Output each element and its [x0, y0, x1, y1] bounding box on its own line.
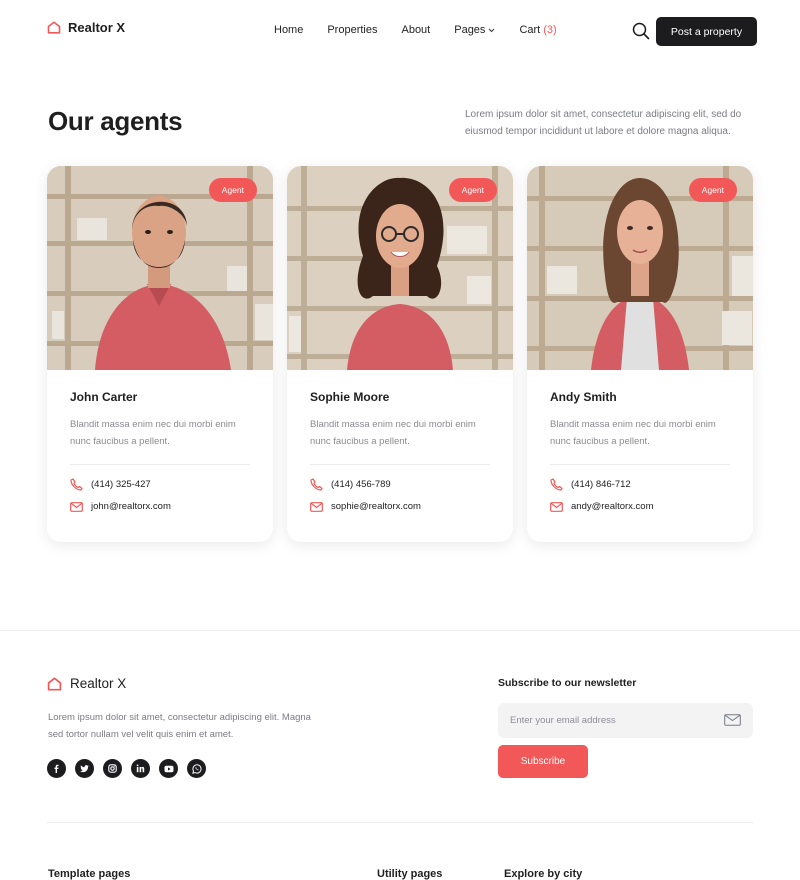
- agent-card[interactable]: Agent Sophie Moore Blandit massa enim ne…: [287, 166, 513, 542]
- footer-col-utility-pages: Utility pages: [377, 868, 443, 880]
- agent-phone[interactable]: (414) 325-427: [70, 478, 250, 491]
- agent-cards: Agent John Carter Blandit massa enim nec…: [47, 166, 753, 542]
- agent-badge: Agent: [448, 178, 497, 202]
- card-divider: [70, 464, 250, 465]
- cart-count-badge: (3): [543, 24, 557, 36]
- footer-col-template-pages: Template pages: [48, 868, 131, 880]
- linkedin-icon[interactable]: [131, 759, 150, 778]
- nav-pages[interactable]: Pages: [454, 24, 495, 36]
- nav-pages-label: Pages: [454, 24, 486, 36]
- agent-email[interactable]: sophie@realtorx.com: [310, 501, 490, 512]
- agent-description: Blandit massa enim nec dui morbi enim nu…: [310, 419, 476, 447]
- agent-photo: Agent: [287, 166, 513, 370]
- footer-description: Lorem ipsum dolor sit amet, consectetur …: [48, 712, 311, 740]
- agent-card[interactable]: Agent John Carter Blandit massa enim nec…: [47, 166, 273, 542]
- agent-photo: Agent: [47, 166, 273, 370]
- newsletter-title: Subscribe to our newsletter: [498, 677, 637, 689]
- nav-properties[interactable]: Properties: [327, 24, 377, 36]
- footer-logo[interactable]: Realtor X: [47, 676, 126, 691]
- email-address: sophie@realtorx.com: [331, 501, 421, 512]
- footer-divider-bottom: [47, 822, 753, 823]
- agent-badge: Agent: [208, 178, 257, 202]
- chevron-down-icon: [489, 28, 495, 32]
- house-logo-icon: [47, 21, 61, 34]
- phone-number: (414) 846-712: [571, 479, 631, 490]
- footer-brand-name: Realtor X: [70, 676, 127, 691]
- agent-name[interactable]: John Carter: [70, 390, 250, 404]
- agent-name[interactable]: Sophie Moore: [310, 390, 490, 404]
- nav-cart[interactable]: Cart (3): [519, 24, 556, 36]
- social-links: [47, 759, 206, 778]
- top-nav: Realtor X Home Properties About Pages Ca…: [0, 0, 800, 62]
- agent-card[interactable]: Agent Andy Smith Blandit massa enim nec …: [527, 166, 753, 542]
- footer-col-explore-city: Explore by city: [504, 868, 583, 880]
- brand-name: Realtor X: [68, 20, 126, 35]
- whatsapp-icon[interactable]: [187, 759, 206, 778]
- phone-icon: [550, 478, 563, 491]
- agent-description: Blandit massa enim nec dui morbi enim nu…: [70, 419, 236, 447]
- agent-badge: Agent: [688, 178, 737, 202]
- agent-photo: Agent: [527, 166, 753, 370]
- subscribe-button[interactable]: Subscribe: [498, 745, 588, 778]
- page-title: Our agents: [48, 106, 183, 136]
- newsletter-email-input[interactable]: [498, 703, 753, 738]
- youtube-icon[interactable]: [159, 759, 178, 778]
- agent-phone[interactable]: (414) 456-789: [310, 478, 490, 491]
- instagram-icon[interactable]: [103, 759, 122, 778]
- footer-divider: [0, 630, 800, 631]
- card-divider: [310, 464, 490, 465]
- mail-icon: [724, 714, 741, 726]
- main-menu: Home Properties About Pages Cart (3): [274, 24, 557, 36]
- post-property-button[interactable]: Post a property: [656, 17, 757, 46]
- email-address: andy@realtorx.com: [571, 501, 654, 512]
- phone-number: (414) 456-789: [331, 479, 391, 490]
- facebook-icon[interactable]: [47, 759, 66, 778]
- nav-cart-label: Cart: [519, 24, 541, 36]
- phone-number: (414) 325-427: [91, 479, 151, 490]
- search-icon[interactable]: [632, 22, 650, 40]
- newsletter-input-wrap: [498, 703, 753, 738]
- phone-icon: [310, 478, 323, 491]
- nav-home[interactable]: Home: [274, 24, 303, 36]
- mail-icon: [70, 501, 83, 512]
- agent-email[interactable]: john@realtorx.com: [70, 501, 250, 512]
- twitter-icon[interactable]: [75, 759, 94, 778]
- intro-text: Lorem ipsum dolor sit amet, consectetur …: [465, 109, 742, 137]
- mail-icon: [310, 501, 323, 512]
- agent-description: Blandit massa enim nec dui morbi enim nu…: [550, 419, 716, 447]
- agent-phone[interactable]: (414) 846-712: [550, 478, 730, 491]
- email-address: john@realtorx.com: [91, 501, 171, 512]
- agent-email[interactable]: andy@realtorx.com: [550, 501, 730, 512]
- agent-name[interactable]: Andy Smith: [550, 390, 730, 404]
- house-logo-icon: [47, 676, 62, 691]
- brand-logo[interactable]: Realtor X: [47, 20, 125, 35]
- mail-icon: [550, 501, 563, 512]
- phone-icon: [70, 478, 83, 491]
- nav-about[interactable]: About: [401, 24, 430, 36]
- card-divider: [550, 464, 730, 465]
